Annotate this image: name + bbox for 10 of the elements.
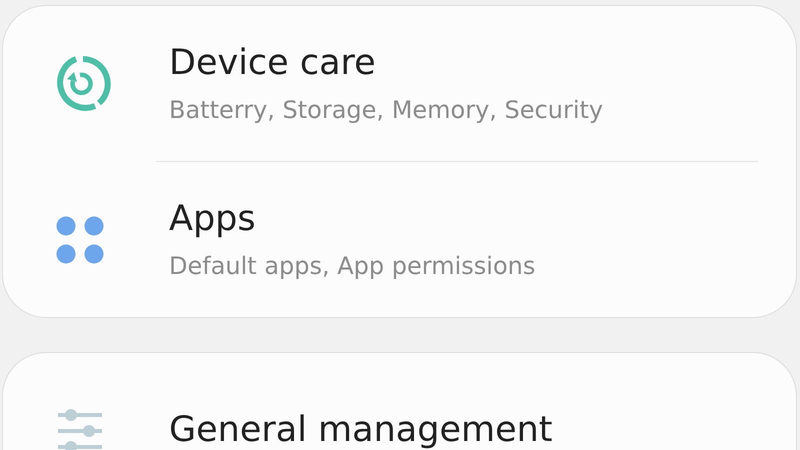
item-subtitle: Batterry, Storage, Memory, Security	[169, 96, 604, 123]
settings-item[interactable]: Apps Default apps, App permissions	[3, 162, 796, 317]
item-subtitle: Default apps, App permissions	[169, 252, 536, 279]
item-title: General management	[169, 411, 553, 450]
settings-item[interactable]: General management	[3, 353, 796, 450]
item-title: Device care	[169, 44, 377, 83]
item-title: Apps	[169, 200, 257, 239]
settings-item[interactable]: Device care Batterry, Storage, Memory, Security	[3, 6, 796, 161]
sliders-icon	[56, 406, 104, 450]
four-dots-icon	[56, 216, 104, 264]
